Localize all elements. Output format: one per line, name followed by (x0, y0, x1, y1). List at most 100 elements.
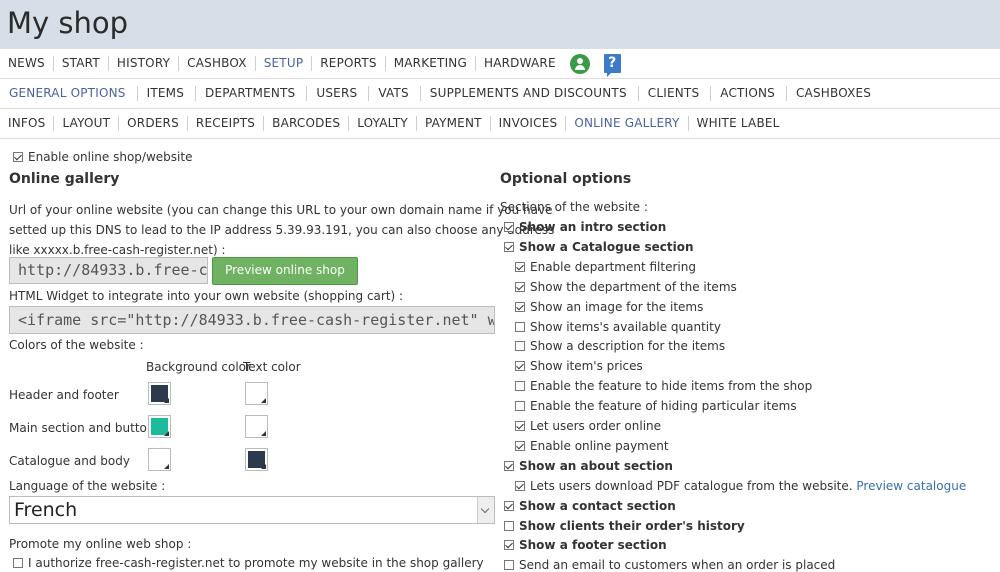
help-question-icon[interactable]: ? (603, 54, 621, 77)
tab-loyalty[interactable]: LOYALTY (349, 116, 417, 131)
option-row[interactable]: Lets users download PDF catalogue from t… (515, 479, 966, 493)
option-checkbox[interactable] (504, 461, 514, 471)
option-label: Show a description for the items (530, 339, 726, 353)
option-row[interactable]: Enable the feature to hide items from th… (515, 379, 812, 393)
preview-catalogue-link[interactable]: Preview catalogue (856, 479, 966, 493)
subnav-supplements-and-discounts[interactable]: SUPPLEMENTS AND DISCOUNTS (421, 86, 639, 101)
catalogue-text-color-picker[interactable] (245, 448, 268, 471)
option-checkbox[interactable] (515, 421, 525, 431)
shop-url-field[interactable]: http://84933.b.free-cash (9, 257, 208, 284)
option-checkbox[interactable] (515, 262, 525, 272)
optional-options-heading: Optional options (500, 171, 632, 187)
main-text-color-picker[interactable] (245, 415, 268, 438)
app-title: My shop (7, 6, 129, 40)
tab-orders[interactable]: ORDERS (119, 116, 188, 131)
option-checkbox[interactable] (504, 560, 514, 570)
subnav-actions[interactable]: ACTIONS (711, 86, 787, 101)
option-label: Show an about section (519, 459, 673, 473)
option-row[interactable]: Show an image for the items (515, 300, 703, 314)
subnav-clients[interactable]: CLIENTS (639, 86, 712, 101)
option-checkbox[interactable] (515, 441, 525, 451)
option-row[interactable]: Send an email to customers when an order… (504, 558, 835, 572)
option-checkbox[interactable] (515, 361, 525, 371)
option-checkbox[interactable] (515, 322, 525, 332)
option-row[interactable]: Show a contact section (504, 499, 676, 513)
option-label: Show an intro section (519, 220, 667, 234)
tab-white-label[interactable]: WHITE LABEL (689, 116, 788, 131)
subnav-items[interactable]: ITEMS (138, 86, 197, 101)
nav-setup[interactable]: SETUP (256, 56, 313, 71)
option-row[interactable]: Enable online payment (515, 439, 669, 453)
tab-invoices[interactable]: INVOICES (491, 116, 567, 131)
option-checkbox[interactable] (504, 222, 514, 232)
option-row[interactable]: Show an about section (504, 459, 673, 473)
enable-shop-checkbox[interactable] (13, 152, 23, 162)
enable-shop-row[interactable]: Enable online shop/website (13, 150, 192, 164)
option-row[interactable]: Let users order online (515, 419, 661, 433)
option-row[interactable]: Show items's available quantity (515, 320, 721, 334)
option-row[interactable]: Show clients their order's history (504, 519, 745, 533)
option-label: Enable the feature of hiding particular … (530, 399, 797, 413)
nav-start[interactable]: START (54, 56, 109, 71)
tab-payment[interactable]: PAYMENT (417, 116, 491, 131)
option-checkbox[interactable] (504, 501, 514, 511)
option-row[interactable]: Enable the feature of hiding particular … (515, 399, 797, 413)
tab-layout[interactable]: LAYOUT (54, 116, 120, 131)
header-bg-color-picker[interactable] (148, 382, 171, 405)
sections-label: Sections of the website : (500, 200, 648, 214)
subnav-users[interactable]: USERS (307, 86, 370, 101)
subnav-cashboxes[interactable]: CASHBOXES (787, 86, 882, 101)
nav-hardware[interactable]: HARDWARE (476, 56, 564, 71)
option-checkbox[interactable] (515, 381, 525, 391)
nav-reports[interactable]: REPORTS (312, 56, 386, 71)
promote-checkbox[interactable] (13, 558, 23, 568)
header-text-color-picker[interactable] (245, 382, 268, 405)
nav-news[interactable]: NEWS (0, 56, 54, 71)
option-checkbox[interactable] (515, 282, 525, 292)
tab-infos[interactable]: INFOS (0, 116, 55, 131)
option-checkbox[interactable] (515, 341, 525, 351)
option-checkbox[interactable] (515, 302, 525, 312)
option-label: Show item's prices (530, 359, 643, 373)
option-checkbox[interactable] (504, 521, 514, 531)
online-gallery-heading: Online gallery (9, 171, 120, 187)
widget-code-field[interactable]: <iframe src="http://84933.b.free-cash-re… (9, 306, 495, 334)
color-row-label: Header and footer (9, 388, 119, 402)
catalogue-bg-color-picker[interactable] (148, 448, 171, 471)
promote-label: Promote my online web shop : (9, 537, 192, 551)
subnav-departments[interactable]: DEPARTMENTS (196, 86, 308, 101)
promote-option-row[interactable]: I authorize free-cash-register.net to pr… (13, 556, 484, 570)
nav-history[interactable]: HISTORY (109, 56, 180, 71)
app-header: My shop (0, 0, 1000, 49)
tab-receipts[interactable]: RECEIPTS (188, 116, 265, 131)
option-checkbox[interactable] (504, 242, 514, 252)
nav-marketing[interactable]: MARKETING (386, 56, 476, 71)
setup-subnav: GENERAL OPTIONS ITEMS DEPARTMENTS USERS VATS… (0, 79, 1000, 109)
option-row[interactable]: Show a footer section (504, 538, 667, 552)
user-circle-icon[interactable] (569, 53, 590, 74)
tab-barcodes[interactable]: BARCODES (264, 116, 350, 131)
nav-cashbox[interactable]: CASHBOX (179, 56, 256, 71)
option-label: Show the department of the items (530, 280, 737, 294)
option-row[interactable]: Enable department filtering (515, 260, 696, 274)
option-checkbox[interactable] (515, 481, 525, 491)
subnav-vats[interactable]: VATS (369, 86, 421, 101)
option-row[interactable]: Show a description for the items (515, 339, 725, 353)
language-select[interactable]: French (9, 496, 495, 524)
option-row[interactable]: Show the department of the items (515, 280, 737, 294)
option-row[interactable]: Show item's prices (515, 359, 643, 373)
chevron-down-icon[interactable] (477, 497, 494, 523)
main-bg-color-picker[interactable] (148, 415, 171, 438)
language-label: Language of the website : (9, 479, 166, 493)
option-checkbox[interactable] (515, 401, 525, 411)
option-label: Enable online payment (530, 439, 669, 453)
option-label: Show an image for the items (530, 300, 704, 314)
preview-online-shop-button[interactable]: Preview online shop (212, 257, 358, 285)
option-row[interactable]: Show an intro section (504, 220, 666, 234)
tab-online-gallery[interactable]: ONLINE GALLERY (566, 116, 689, 131)
option-row[interactable]: Show a Catalogue section (504, 240, 694, 254)
option-label: Lets users download PDF catalogue from t… (530, 479, 853, 493)
url-description-line: setted up this DNS to lead to the IP add… (9, 223, 555, 237)
subnav-general-options[interactable]: GENERAL OPTIONS (0, 86, 138, 101)
option-checkbox[interactable] (504, 540, 514, 550)
